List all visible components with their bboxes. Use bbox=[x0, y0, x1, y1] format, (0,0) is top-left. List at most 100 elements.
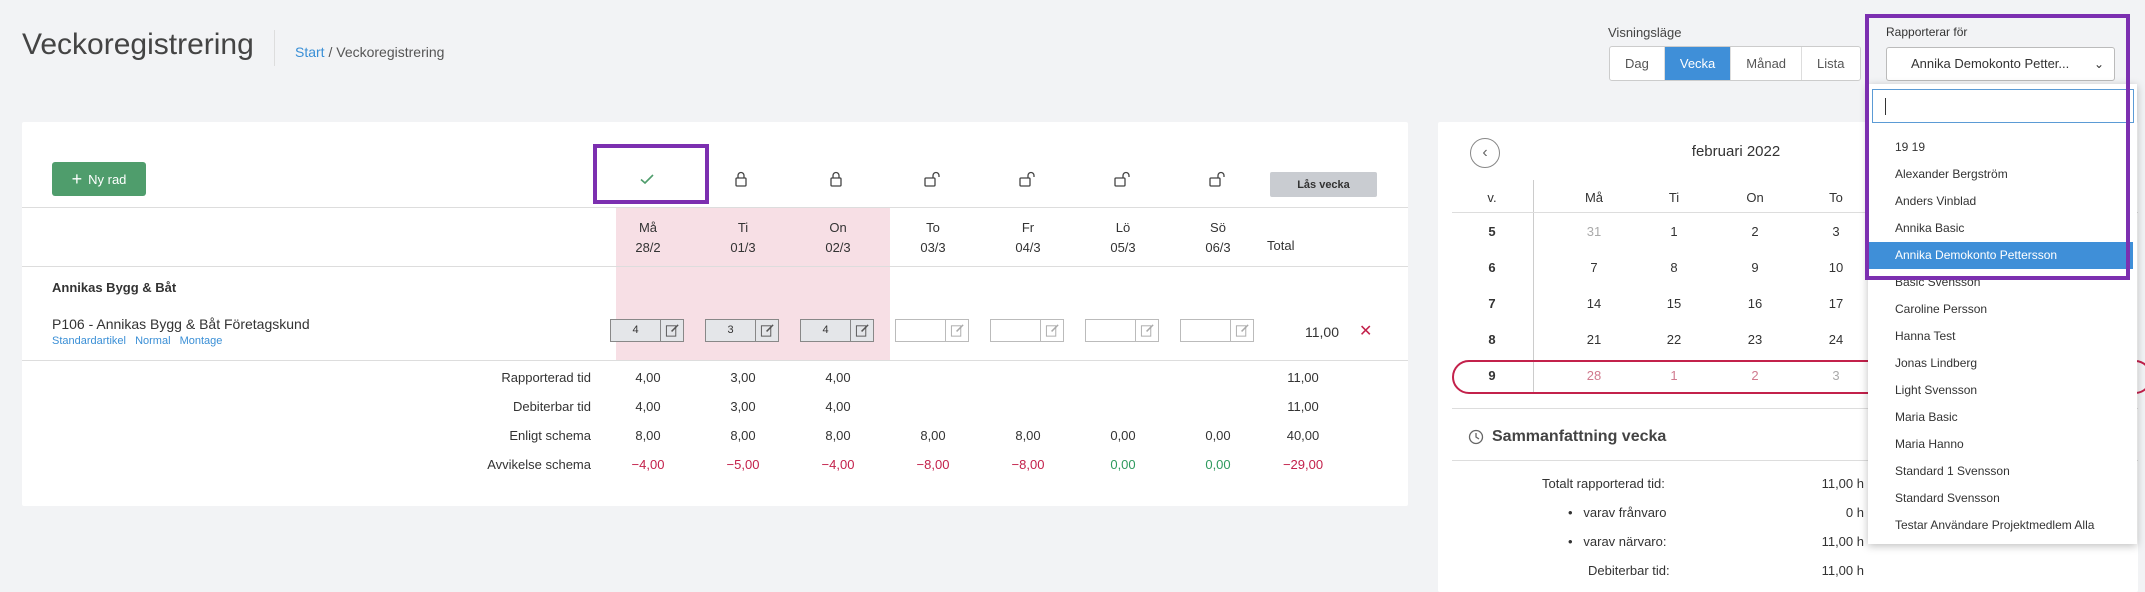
summary-presence-label: • varav närvaro: bbox=[1568, 534, 1667, 549]
hour-input-tue[interactable]: 3 bbox=[705, 319, 779, 342]
dropdown-option[interactable]: Hanna Test bbox=[1868, 323, 2133, 350]
view-mode-list[interactable]: Lista bbox=[1802, 47, 1859, 80]
lock-week-button[interactable]: Lås vecka bbox=[1270, 172, 1377, 197]
calendar-day[interactable]: 1 bbox=[1654, 224, 1694, 239]
calendar-week-number[interactable]: 7 bbox=[1472, 296, 1512, 311]
calendar-day[interactable]: 23 bbox=[1735, 332, 1775, 347]
new-row-button[interactable]: + Ny rad bbox=[52, 162, 146, 196]
tag-type[interactable]: Normal bbox=[135, 335, 170, 347]
lock-open-icon[interactable] bbox=[1012, 166, 1042, 192]
view-mode-day[interactable]: Dag bbox=[1610, 47, 1665, 80]
calendar-week-number[interactable]: 8 bbox=[1472, 332, 1512, 347]
calendar-day[interactable]: 31 bbox=[1574, 224, 1614, 239]
calendar-month-title: februari 2022 bbox=[1691, 143, 1781, 160]
prev-month-icon[interactable]: ‹ bbox=[1470, 138, 1500, 168]
view-mode-month[interactable]: Månad bbox=[1731, 47, 1803, 80]
lock-open-icon[interactable] bbox=[1202, 166, 1232, 192]
dropdown-option[interactable]: Testar Användare Projektmedlem Alla bbox=[1868, 512, 2133, 539]
dropdown-option[interactable]: Maria Hanno bbox=[1868, 431, 2133, 458]
hour-input-sat[interactable] bbox=[1085, 319, 1159, 342]
edit-icon[interactable] bbox=[850, 320, 873, 341]
summary-cell: −8,00 bbox=[1011, 457, 1045, 472]
calendar-day[interactable]: 21 bbox=[1574, 332, 1614, 347]
calendar-day[interactable]: 14 bbox=[1574, 296, 1614, 311]
clock-icon bbox=[1468, 429, 1484, 445]
calendar-day[interactable]: 8 bbox=[1654, 260, 1694, 275]
lock-open-icon[interactable] bbox=[1107, 166, 1137, 192]
calendar-week-number[interactable]: 6 bbox=[1472, 260, 1512, 275]
summary-absence-label: • varav frånvaro bbox=[1568, 505, 1667, 520]
dropdown-option[interactable]: Basic Svensson bbox=[1868, 269, 2133, 296]
dropdown-option-selected[interactable]: Annika Demokonto Pettersson bbox=[1868, 242, 2133, 269]
edit-icon[interactable] bbox=[1230, 320, 1253, 341]
calendar-week-number[interactable]: 9 bbox=[1472, 368, 1512, 383]
calendar-day[interactable]: 24 bbox=[1816, 332, 1856, 347]
edit-icon[interactable] bbox=[1040, 320, 1063, 341]
edit-icon[interactable] bbox=[660, 320, 683, 341]
calendar-day[interactable]: 7 bbox=[1574, 260, 1614, 275]
dropdown-option[interactable]: Light Svensson bbox=[1868, 377, 2133, 404]
dropdown-option[interactable]: Annika Basic bbox=[1868, 215, 2133, 242]
view-mode-week[interactable]: Vecka bbox=[1664, 47, 1732, 80]
summary-cell: −4,00 bbox=[821, 457, 855, 472]
calendar-day[interactable]: 15 bbox=[1654, 296, 1694, 311]
edit-icon[interactable] bbox=[755, 320, 778, 341]
approved-day-highlight-outline bbox=[593, 144, 709, 204]
calendar-day[interactable]: 3 bbox=[1816, 224, 1856, 239]
hour-input-thu[interactable] bbox=[895, 319, 969, 342]
summary-label-deviation: Avvikelse schema bbox=[487, 457, 591, 472]
dropdown-option[interactable]: Standard Svensson bbox=[1868, 485, 2133, 512]
hour-input-sun[interactable] bbox=[1180, 319, 1254, 342]
summary-cell: 4,00 bbox=[825, 370, 851, 385]
customer-name: Annikas Bygg & Båt bbox=[52, 280, 177, 295]
dropdown-option[interactable]: Alexander Bergström bbox=[1868, 161, 2133, 188]
hour-input-fri[interactable] bbox=[990, 319, 1064, 342]
summary-cell: −4,00 bbox=[631, 457, 665, 472]
calendar-day[interactable]: 9 bbox=[1735, 260, 1775, 275]
dropdown-option[interactable]: Caroline Persson bbox=[1868, 296, 2133, 323]
calendar-day[interactable]: 2 bbox=[1735, 224, 1775, 239]
delete-row-icon[interactable]: ✕ bbox=[1359, 321, 1372, 341]
dropdown-option[interactable]: Anders Vinblad bbox=[1868, 188, 2133, 215]
reporting-for-value: Annika Demokonto Petter... bbox=[1911, 56, 2070, 71]
calendar-week-number[interactable]: 5 bbox=[1472, 224, 1512, 239]
lock-closed-icon[interactable] bbox=[821, 166, 851, 192]
summary-label-billable: Debiterbar tid bbox=[512, 399, 591, 414]
calendar-day[interactable]: 17 bbox=[1816, 296, 1856, 311]
week-registration-card: + Ny rad Lås vecka Må 28/2 Ti 01/3 On 02/3 … bbox=[22, 122, 1408, 506]
hour-input-mon[interactable]: 4 bbox=[610, 319, 684, 342]
calendar-day[interactable]: 3 bbox=[1816, 368, 1856, 383]
project-tags: Standardartikel Normal Montage bbox=[52, 335, 228, 347]
edit-icon[interactable] bbox=[1135, 320, 1158, 341]
dropdown-option[interactable]: Standard 1 Svensson bbox=[1868, 458, 2133, 485]
calendar-day[interactable]: 1 bbox=[1654, 362, 1694, 392]
tag-article[interactable]: Standardartikel bbox=[52, 335, 126, 347]
new-row-label: Ny rad bbox=[88, 171, 127, 187]
breadcrumb-start-link[interactable]: Start bbox=[295, 44, 325, 60]
total-header: Total bbox=[1267, 238, 1295, 253]
dropdown-option[interactable]: Jonas Lindberg bbox=[1868, 350, 2133, 377]
calendar-day[interactable]: 16 bbox=[1735, 296, 1775, 311]
calendar-day[interactable]: 2 bbox=[1735, 362, 1775, 392]
summary-cell: 8,00 bbox=[920, 428, 946, 443]
lock-open-icon[interactable] bbox=[917, 166, 947, 192]
week-summary-title-text: Sammanfattning vecka bbox=[1492, 428, 1667, 445]
lock-closed-icon[interactable] bbox=[726, 166, 756, 192]
calendar-day-header: Må bbox=[1584, 190, 1604, 205]
dropdown-option[interactable]: Maria Basic bbox=[1868, 404, 2133, 431]
reporting-for-select[interactable]: Annika Demokonto Petter... ⌄ bbox=[1886, 47, 2115, 81]
plus-icon: + bbox=[71, 169, 83, 189]
week-summary-title: Sammanfattning vecka bbox=[1468, 428, 1666, 446]
dropdown-search-input[interactable] bbox=[1872, 89, 2134, 123]
calendar-day[interactable]: 10 bbox=[1816, 260, 1856, 275]
hour-input-wed[interactable]: 4 bbox=[800, 319, 874, 342]
tag-activity[interactable]: Montage bbox=[180, 335, 223, 347]
summary-total: 40,00 bbox=[1286, 428, 1320, 443]
dropdown-option[interactable]: 19 19 bbox=[1868, 134, 2133, 161]
view-mode-toggle: Dag Vecka Månad Lista bbox=[1609, 46, 1861, 81]
summary-billable-value: 11,00 h bbox=[1821, 563, 1864, 578]
edit-icon[interactable] bbox=[945, 320, 968, 341]
summary-billable-label: Debiterbar tid: bbox=[1588, 563, 1670, 578]
calendar-day[interactable]: 22 bbox=[1654, 332, 1694, 347]
calendar-day[interactable]: 28 bbox=[1574, 362, 1614, 392]
